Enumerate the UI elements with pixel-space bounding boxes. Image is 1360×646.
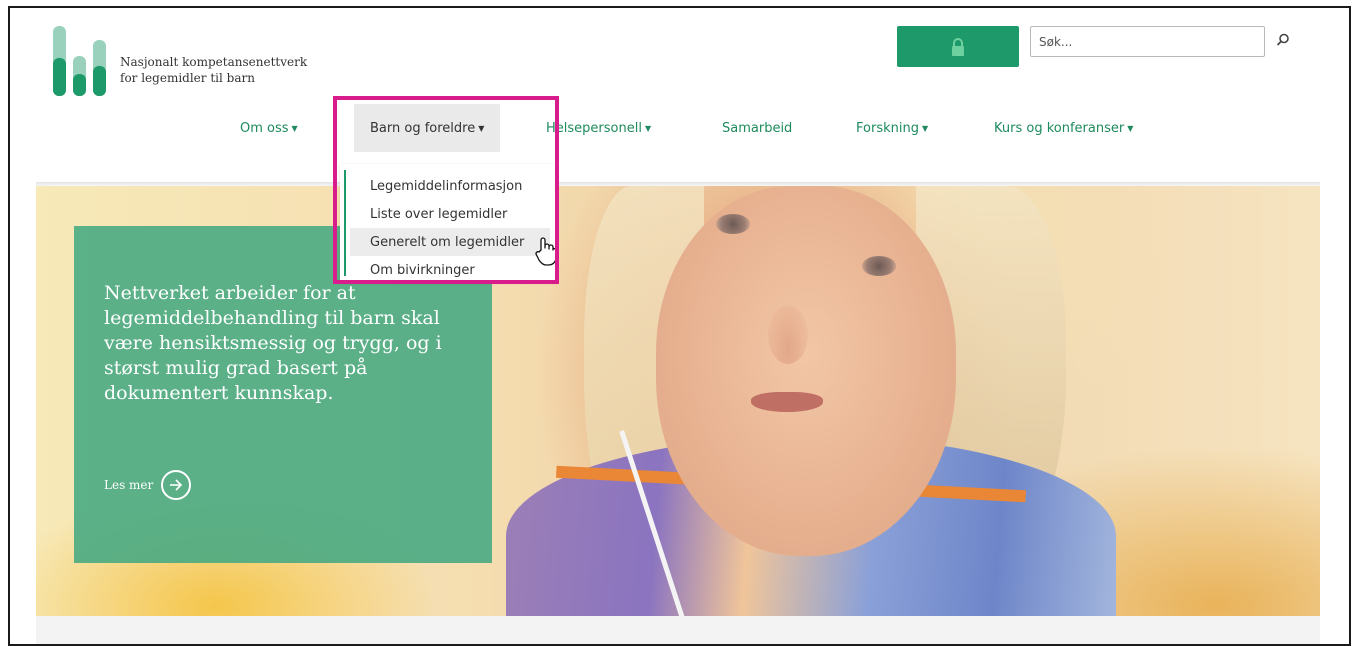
caret-down-icon: ▼ xyxy=(291,123,298,133)
dropdown-accent-rail xyxy=(344,170,346,276)
hero-photo-part xyxy=(862,256,896,276)
nav-item-barn-og-foreldre[interactable]: Barn og foreldre ▼ xyxy=(354,104,501,152)
dropdown-item-label: Liste over legemidler xyxy=(370,206,508,222)
search-icon[interactable] xyxy=(1276,33,1290,47)
page: Nasjonalt kompetansenettverk for legemid… xyxy=(36,8,1320,644)
dropdown-item-om-bivirkninger[interactable]: Om bivirkninger xyxy=(350,256,550,284)
hero-photo-part xyxy=(716,214,750,234)
nav-item-kurs-og-konferanser[interactable]: Kurs og konferanser ▼ xyxy=(994,104,1133,152)
nav-label: Helsepersonell xyxy=(546,120,642,136)
site-name-line2: for legemidler til barn xyxy=(120,71,255,85)
read-more-label: Les mer xyxy=(104,478,154,492)
arrow-right-circle-icon xyxy=(161,470,192,500)
nav-item-helsepersonell[interactable]: Helsepersonell ▼ xyxy=(546,104,651,152)
dropdown-item-liste-over-legemidler[interactable]: Liste over legemidler xyxy=(350,200,550,228)
hero-promo-text: Nettverket arbeider for at legemiddelbeh… xyxy=(104,282,442,404)
search-input[interactable] xyxy=(1030,26,1265,57)
dropdown-item-legemiddelinformasjon[interactable]: Legemiddelinformasjon xyxy=(350,172,550,200)
caret-down-icon: ▼ xyxy=(921,123,929,133)
site-name[interactable]: Nasjonalt kompetansenettverk for legemid… xyxy=(120,54,307,86)
read-more-link[interactable]: Les mer xyxy=(104,470,192,500)
hero-photo-child-face xyxy=(656,186,956,556)
nav-item-samarbeid[interactable]: Samarbeid xyxy=(722,104,792,152)
hero-photo-part xyxy=(768,306,808,364)
site-name-line1: Nasjonalt kompetansenettverk xyxy=(120,55,308,69)
login-button[interactable] xyxy=(897,26,1019,67)
hero-banner: Nettverket arbeider for at legemiddelbeh… xyxy=(36,186,1320,616)
content-section-start xyxy=(36,616,1320,644)
nav-label: Om oss xyxy=(240,120,289,136)
dropdown-item-generelt-om-legemidler[interactable]: Generelt om legemidler xyxy=(350,228,550,256)
caret-down-icon: ▼ xyxy=(1127,123,1134,133)
main-nav: Om oss ▼ Barn og foreldre ▼ Helsepersonell… xyxy=(36,104,1320,186)
nav-item-om-oss[interactable]: Om oss ▼ xyxy=(240,104,298,152)
caret-down-icon: ▼ xyxy=(478,123,485,133)
nav-label: Forskning xyxy=(856,120,919,136)
dropdown-item-label: Legemiddelinformasjon xyxy=(370,178,523,194)
browser-frame: Nasjonalt kompetansenettverk for legemid… xyxy=(8,6,1351,646)
lock-icon xyxy=(952,37,964,56)
nav-item-forskning[interactable]: Forskning ▼ xyxy=(856,104,928,152)
dropdown-item-label: Generelt om legemidler xyxy=(370,234,525,250)
hero-photo-part xyxy=(751,392,823,412)
nav-label: Barn og foreldre xyxy=(370,120,476,136)
dropdown-item-label: Om bivirkninger xyxy=(370,262,475,278)
caret-down-icon: ▼ xyxy=(644,123,652,133)
nav-dropdown-barn-og-foreldre: Legemiddelinformasjon Liste over legemid… xyxy=(340,164,556,282)
nav-label: Samarbeid xyxy=(722,120,793,136)
nav-label: Kurs og konferanser xyxy=(994,120,1125,136)
hand-cursor-icon xyxy=(535,237,557,266)
